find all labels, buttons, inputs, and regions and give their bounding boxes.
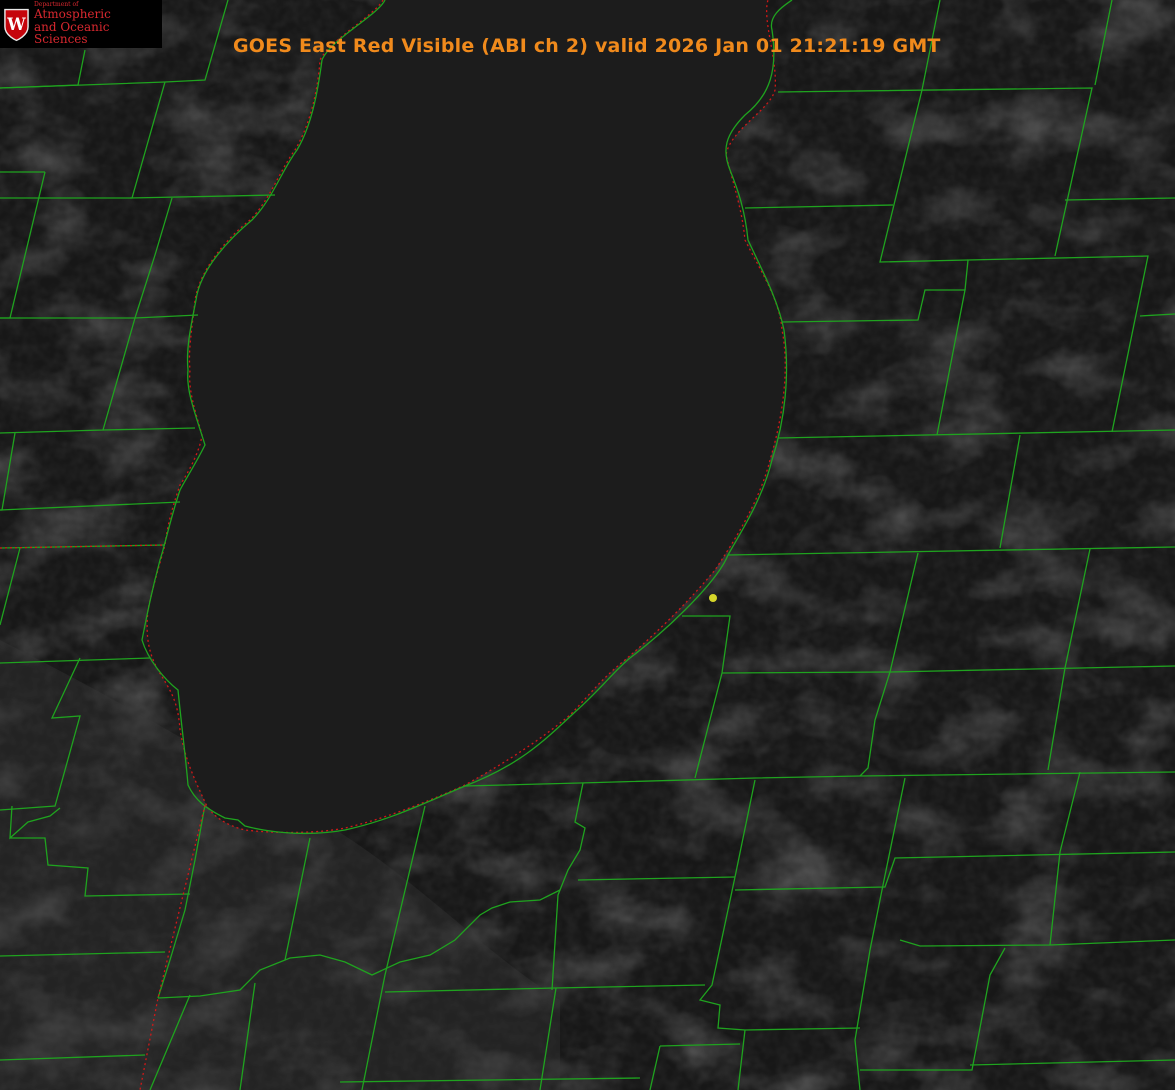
logo-text: Department of Atmospheric and Oceanic Sc… (33, 1, 162, 47)
seal-letter: W (6, 15, 26, 34)
location-dot-icon (709, 594, 717, 602)
satellite-map (0, 0, 1175, 1090)
image-title: GOES East Red Visible (ABI ch 2) valid 2… (233, 35, 941, 57)
university-seal-icon: W (4, 8, 29, 42)
logo-name-line1: Atmospheric (33, 7, 111, 22)
logo-name-line2: and Oceanic Sciences (33, 19, 110, 47)
department-logo: W Department of Atmospheric and Oceanic … (0, 0, 162, 48)
